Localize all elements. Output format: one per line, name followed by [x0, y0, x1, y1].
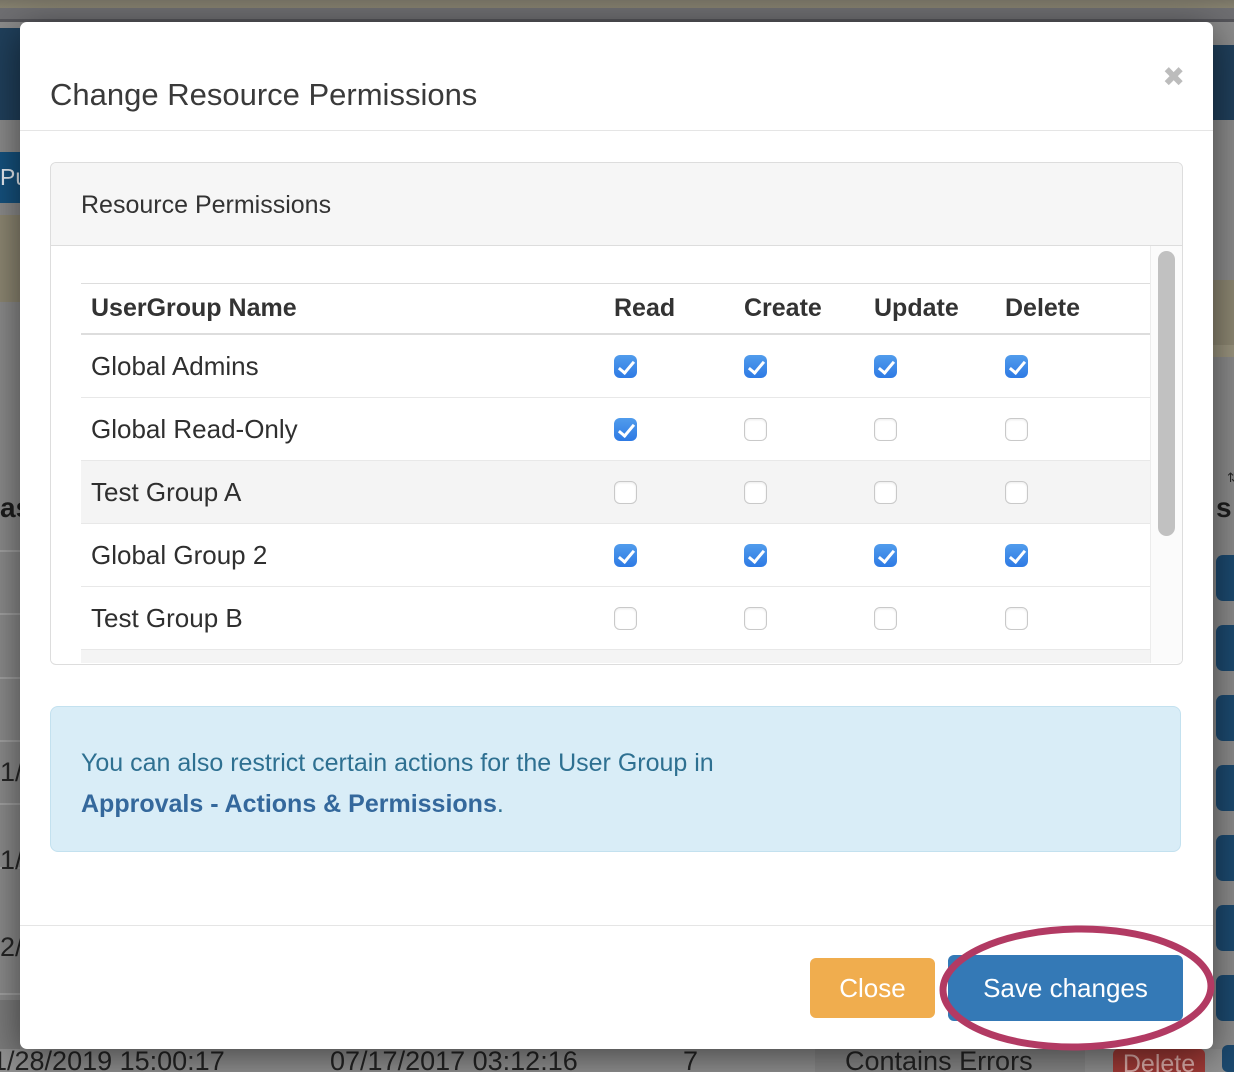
footer-divider: [20, 925, 1213, 926]
background-timestamp-2: 07/17/2017 03:12:16: [330, 1046, 600, 1072]
resource-permissions-panel: Resource Permissions UserGroup Name Read…: [50, 162, 1183, 665]
table-row: Test Group A: [81, 461, 1152, 524]
background-edge-button: [1216, 835, 1234, 881]
panel-body: UserGroup Name Read Create Update Delete…: [51, 246, 1182, 663]
background-row-divider: [0, 677, 20, 679]
sort-icon: ⇅: [1227, 470, 1234, 486]
usergroup-name: Global Read-Only: [81, 414, 604, 445]
note-suffix: .: [497, 790, 504, 818]
usergroup-name: Global Admins: [81, 351, 604, 382]
background-edge-button: [1216, 555, 1234, 601]
table-row: Test Group B: [81, 587, 1152, 650]
read-checkbox[interactable]: [614, 481, 637, 504]
partial-next-row: [81, 650, 1152, 663]
modal-title: Change Resource Permissions: [50, 77, 477, 113]
column-header-usergroup-name: UserGroup Name: [81, 294, 604, 323]
create-checkbox[interactable]: [744, 355, 767, 378]
table-scrollbar-thumb[interactable]: [1158, 251, 1175, 536]
delete-checkbox[interactable]: [1005, 355, 1028, 378]
delete-checkbox[interactable]: [1005, 418, 1028, 441]
background-status-text: Contains Errors: [845, 1046, 1075, 1072]
read-checkbox[interactable]: [614, 544, 637, 567]
column-header-update: Update: [864, 294, 995, 323]
table-row: Global Read-Only: [81, 398, 1152, 461]
close-button[interactable]: Close: [810, 958, 935, 1018]
background-edge-button: [1216, 975, 1234, 1021]
update-checkbox[interactable]: [874, 355, 897, 378]
permissions-table: UserGroup Name Read Create Update Delete…: [81, 283, 1152, 663]
delete-checkbox[interactable]: [1005, 607, 1028, 630]
background-date-fragment: 1/: [0, 757, 22, 791]
background-edge-button: [1216, 695, 1234, 741]
update-checkbox[interactable]: [874, 607, 897, 630]
table-row: Global Group 2: [81, 524, 1152, 587]
background-top-strip-gray: [0, 8, 1234, 19]
info-note: You can also restrict certain actions fo…: [50, 706, 1181, 852]
background-alert-band-right-light: [1213, 345, 1234, 357]
background-delete-button: Delete: [1113, 1049, 1205, 1072]
update-checkbox[interactable]: [874, 481, 897, 504]
usergroup-name: Global Group 2: [81, 540, 604, 571]
save-changes-button[interactable]: Save changes: [948, 955, 1183, 1021]
create-checkbox[interactable]: [744, 544, 767, 567]
background-top-strip: [0, 0, 1234, 8]
background-header-band-left: [0, 28, 20, 120]
change-resource-permissions-modal: Change Resource Permissions ✖ Resource P…: [20, 22, 1213, 1049]
background-tab-fragment: Pu: [0, 152, 20, 203]
background-column-header-fragment-right: s: [1216, 492, 1234, 528]
delete-checkbox[interactable]: [1005, 544, 1028, 567]
background-date-fragment: 2/: [0, 932, 22, 966]
read-checkbox[interactable]: [614, 355, 637, 378]
background-edge-button: [1216, 625, 1234, 671]
background-bottom-band: [0, 1000, 20, 1049]
background-row-divider: [0, 803, 20, 805]
background-column-header-fragment-left: as: [0, 492, 22, 528]
permissions-table-body: Global Admins Global Read-Only Test Group …: [81, 335, 1152, 650]
column-header-create: Create: [734, 294, 864, 323]
table-scrollbar-track[interactable]: [1150, 246, 1182, 663]
panel-heading: Resource Permissions: [51, 163, 1182, 246]
background-count: 7: [683, 1046, 713, 1072]
update-checkbox[interactable]: [874, 418, 897, 441]
note-text: You can also restrict certain actions fo…: [81, 749, 714, 777]
column-header-delete: Delete: [995, 294, 1152, 323]
background-row-divider: [0, 613, 20, 615]
background-header-band-right: [1213, 45, 1234, 120]
column-header-read: Read: [604, 294, 734, 323]
background-row-divider: [0, 993, 20, 995]
table-row: Global Admins: [81, 335, 1152, 398]
background-row-divider: [0, 740, 20, 742]
background-row-divider: [0, 550, 20, 552]
update-checkbox[interactable]: [874, 544, 897, 567]
background-alert-band-right: [1213, 280, 1234, 345]
read-checkbox[interactable]: [614, 607, 637, 630]
modal-header: Change Resource Permissions ✖: [20, 22, 1213, 131]
background-tab-label: Pu: [0, 164, 20, 190]
background-edge-button: [1216, 765, 1234, 811]
delete-checkbox[interactable]: [1005, 481, 1028, 504]
background-alert-band-left: [0, 215, 20, 302]
create-checkbox[interactable]: [744, 481, 767, 504]
usergroup-name: Test Group B: [81, 603, 604, 634]
create-checkbox[interactable]: [744, 418, 767, 441]
background-timestamp-1: 1/28/2019 15:00:17: [0, 1046, 242, 1072]
permissions-table-header: UserGroup Name Read Create Update Delete: [81, 283, 1152, 335]
background-date-fragment: 1/: [0, 845, 22, 879]
usergroup-name: Test Group A: [81, 477, 604, 508]
background-edge-button: [1222, 1045, 1234, 1072]
read-checkbox[interactable]: [614, 418, 637, 441]
approvals-actions-permissions-link[interactable]: Approvals - Actions & Permissions: [81, 790, 497, 818]
close-icon[interactable]: ✖: [1162, 62, 1185, 93]
create-checkbox[interactable]: [744, 607, 767, 630]
background-edge-button: [1216, 905, 1234, 951]
